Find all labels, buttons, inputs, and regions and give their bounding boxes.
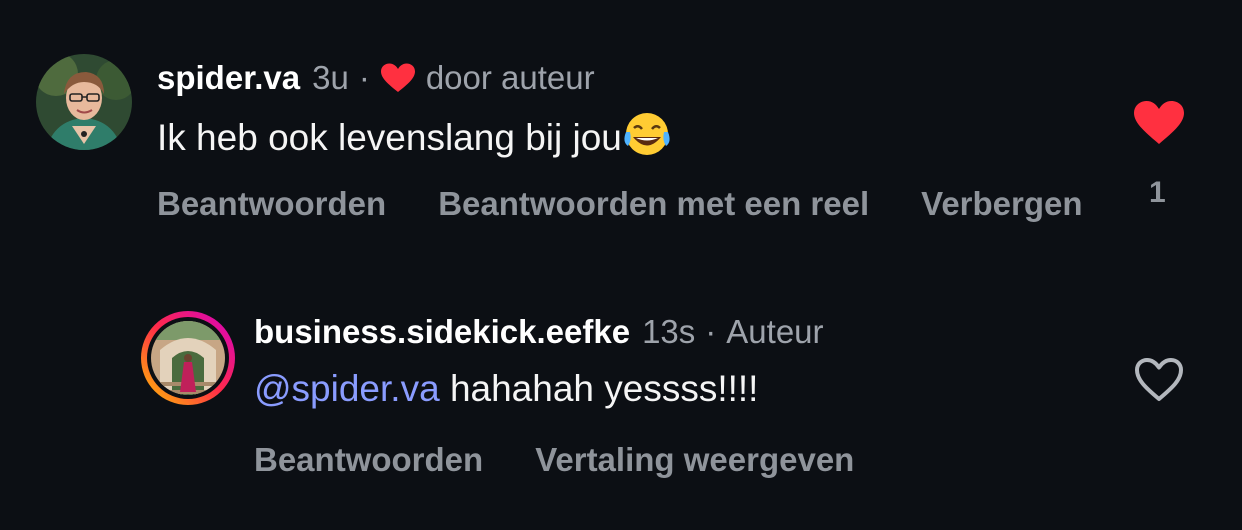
comment-body: Ik heb ook levenslang bij jou [157,117,622,158]
heart-icon [380,62,416,92]
reply-actions: Beantwoorden Vertaling weergeven [254,440,854,480]
reply-text: @spider.va hahahah yessss!!!! [254,366,758,412]
separator-dot: · [705,313,717,350]
heart-filled-icon [1134,101,1184,144]
timestamp: 3u [312,59,349,96]
heart-outline-icon [1135,358,1183,401]
comment-text: Ik heb ook levenslang bij jou [157,112,672,161]
avatar-business-sidekick-eefke[interactable] [140,310,236,406]
comment-actions: Beantwoorden Beantwoorden met een reel V… [157,184,1083,224]
mention-link[interactable]: @spider.va [254,368,440,409]
reply-button[interactable]: Beantwoorden [254,440,483,480]
avatar-spider-va[interactable] [36,54,132,150]
show-translation-button[interactable]: Vertaling weergeven [535,440,854,480]
reply-body: hahahah yessss!!!! [449,368,759,409]
face-with-tears-of-joy-icon [622,112,672,158]
hide-button[interactable]: Verbergen [921,184,1082,224]
comment-header: spider.va 3u · door auteur [157,58,595,98]
author-label: Auteur [726,313,824,350]
username[interactable]: business.sidekick.eefke [254,312,630,352]
like-count: 1 [1149,176,1166,209]
reply-with-reel-button[interactable]: Beantwoorden met een reel [438,184,869,224]
reply-header: business.sidekick.eefke 13s · Auteur [254,312,824,352]
like-button[interactable] [1133,100,1185,148]
like-button[interactable] [1133,356,1185,404]
username[interactable]: spider.va [157,58,300,98]
liked-by-author-label: door auteur [425,59,595,96]
separator-dot: · [358,59,370,96]
comments-thread: spider.va 3u · door auteur Ik heb ook le… [0,0,1242,530]
reply-button[interactable]: Beantwoorden [157,184,386,224]
timestamp: 13s [642,313,696,350]
